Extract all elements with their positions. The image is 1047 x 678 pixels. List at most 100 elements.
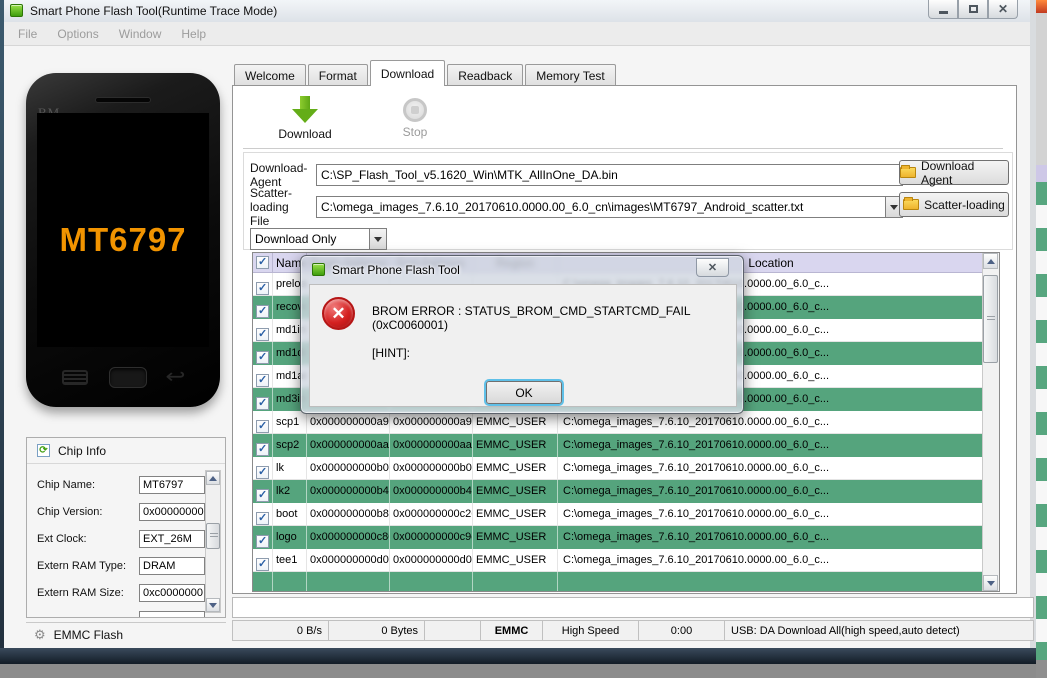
thumb-grip — [987, 316, 995, 322]
cell-checkbox[interactable] — [253, 319, 273, 341]
close-button[interactable]: ✕ — [988, 0, 1018, 19]
table-row[interactable]: lk0x000000000b0000000x000000000b078d1fEM… — [253, 457, 983, 480]
cell-checkbox[interactable] — [253, 365, 273, 387]
cell-location: C:\omega_images_7.6.10_20170610.0000.00_… — [558, 411, 983, 433]
tab-memory-test[interactable]: Memory Test — [525, 64, 616, 86]
folder-icon — [903, 197, 920, 210]
maximize-button[interactable] — [958, 0, 988, 19]
minimize-button[interactable] — [928, 0, 958, 19]
tab-readback[interactable]: Readback — [447, 64, 524, 86]
status-cell: 0 B/s — [233, 621, 329, 640]
cell-end-address: 0x000000000c260b9f — [390, 503, 473, 525]
table-row[interactable]: logo0x000000000c8000000x000000000c9c394f… — [253, 526, 983, 549]
download-agent-button[interactable]: Download Agent — [899, 159, 1009, 187]
row-checkbox[interactable] — [256, 327, 269, 341]
cell-location: C:\omega_images_7.6.10_20170610.0000.00_… — [558, 503, 983, 525]
cell-checkbox[interactable] — [253, 503, 273, 525]
chip-info-header[interactable]: ⟳ Chip Info — [27, 438, 225, 464]
column-header-checkbox[interactable] — [253, 253, 273, 272]
cell-checkbox[interactable] — [253, 296, 273, 319]
scroll-up-button[interactable] — [206, 471, 220, 485]
window-title: Smart Phone Flash Tool(Runtime Trace Mod… — [30, 4, 278, 18]
ok-button[interactable]: OK — [486, 381, 562, 404]
mode-dropdown-arrow[interactable] — [370, 228, 387, 250]
emmc-flash-label: EMMC Flash — [53, 627, 123, 642]
cell-begin-address: 0x000000000b800000 — [307, 503, 390, 525]
table-scrollbar[interactable] — [982, 253, 999, 591]
tab-format[interactable]: Format — [307, 64, 368, 86]
download-button-label: Download — [278, 127, 332, 141]
stop-button[interactable]: Stop — [375, 96, 455, 139]
cell-checkbox[interactable] — [253, 388, 273, 411]
download-button[interactable]: Download — [265, 96, 345, 141]
table-row[interactable]: tee10x000000000d0000000x000000000d074e9f… — [253, 549, 983, 572]
table-row[interactable]: boot0x000000000b8000000x000000000c260b9f… — [253, 503, 983, 526]
chip-field-value: 0xc0000000 — [139, 583, 205, 602]
tab-bar: Welcome Format Download Readback Memory Test — [234, 60, 618, 86]
scroll-down-button[interactable] — [983, 575, 998, 591]
row-checkbox[interactable] — [256, 488, 269, 502]
minimize-icon — [938, 10, 948, 14]
form-groupbox: Download-Agent C:\SP_Flash_Tool_v5.1620_… — [243, 152, 1013, 250]
table-row[interactable]: scp20x000000000aa000000x000000000aa3893f… — [253, 434, 983, 457]
cell-checkbox[interactable] — [253, 572, 273, 591]
cell-checkbox[interactable] — [253, 411, 273, 433]
chip-info-scrollbar[interactable] — [205, 470, 221, 613]
menu-item-options[interactable]: Options — [47, 27, 108, 41]
error-icon: ✕ — [322, 297, 355, 330]
status-bar: 0 B/s 0 Bytes EMMC High Speed 0:00 USB: DA Do… — [232, 620, 1034, 641]
chip-info-icon: ⟳ — [37, 444, 50, 457]
scroll-thumb[interactable] — [983, 275, 998, 363]
emmc-flash-section[interactable]: ⚙ EMMC Flash — [26, 622, 226, 646]
tab-download[interactable]: Download — [369, 60, 446, 86]
chip-field: Extern RAM Size: 0xc0000000 — [37, 583, 205, 602]
scatter-loading-button[interactable]: Scatter-loading — [899, 192, 1009, 217]
desktop-strip — [0, 664, 1036, 678]
row-checkbox[interactable] — [256, 304, 269, 318]
tab-welcome[interactable]: Welcome — [234, 64, 306, 86]
row-checkbox[interactable] — [256, 281, 269, 295]
row-checkbox[interactable] — [256, 511, 269, 525]
chip-field-label: Ext Clock: — [37, 532, 87, 545]
row-checkbox[interactable] — [256, 534, 269, 548]
cell-begin-address: 0x000000000aa00000 — [307, 434, 390, 457]
scroll-down-button[interactable] — [206, 598, 220, 612]
cell-checkbox[interactable] — [253, 549, 273, 571]
cell-checkbox[interactable] — [253, 273, 273, 295]
error-dialog: Smart Phone Flash Tool ✕ ✕ BROM ERROR : … — [300, 255, 744, 414]
row-checkbox[interactable] — [256, 442, 269, 456]
select-all-checkbox[interactable] — [256, 255, 269, 269]
row-checkbox[interactable] — [256, 419, 269, 433]
cell-checkbox[interactable] — [253, 457, 273, 479]
cell-checkbox[interactable] — [253, 434, 273, 457]
background-bottom — [1036, 660, 1047, 678]
menu-item-help[interactable]: Help — [171, 27, 216, 41]
scatter-file-input[interactable]: C:\omega_images_7.6.10_20170610.0000.00_… — [316, 196, 886, 218]
dialog-title: Smart Phone Flash Tool — [332, 263, 460, 277]
cell-checkbox[interactable] — [253, 480, 273, 503]
scroll-thumb[interactable] — [206, 523, 220, 549]
row-checkbox[interactable] — [256, 350, 269, 364]
titlebar[interactable]: Smart Phone Flash Tool(Runtime Trace Mod… — [4, 0, 1030, 22]
cell-begin-address: 0x000000000b400000 — [307, 480, 390, 503]
chip-field: Chip Version: 0x00000000 — [37, 502, 205, 521]
cell-begin-address: 0x000000000a900000 — [307, 411, 390, 433]
row-checkbox[interactable] — [256, 465, 269, 479]
toolbar: Download Stop — [243, 94, 1003, 149]
cell-checkbox[interactable] — [253, 342, 273, 365]
row-checkbox[interactable] — [256, 396, 269, 410]
download-agent-input[interactable]: C:\SP_Flash_Tool_v5.1620_Win\MTK_AllInOn… — [316, 164, 903, 186]
table-row[interactable] — [253, 572, 983, 591]
row-checkbox[interactable] — [256, 557, 269, 571]
table-row[interactable]: lk20x000000000b4000000x000000000b478d1fE… — [253, 480, 983, 503]
scroll-up-button[interactable] — [983, 253, 998, 269]
chip-field-value: EXT_26M — [139, 529, 205, 548]
menu-item-file[interactable]: File — [4, 27, 47, 41]
mode-select[interactable]: Download Only — [250, 228, 370, 250]
row-checkbox[interactable] — [256, 373, 269, 387]
cell-region — [473, 572, 558, 591]
menu-item-window[interactable]: Window — [109, 27, 172, 41]
cell-checkbox[interactable] — [253, 526, 273, 549]
table-row[interactable]: scp10x000000000a9000000x000000000a93893f… — [253, 411, 983, 434]
dialog-close-button[interactable]: ✕ — [696, 258, 729, 277]
